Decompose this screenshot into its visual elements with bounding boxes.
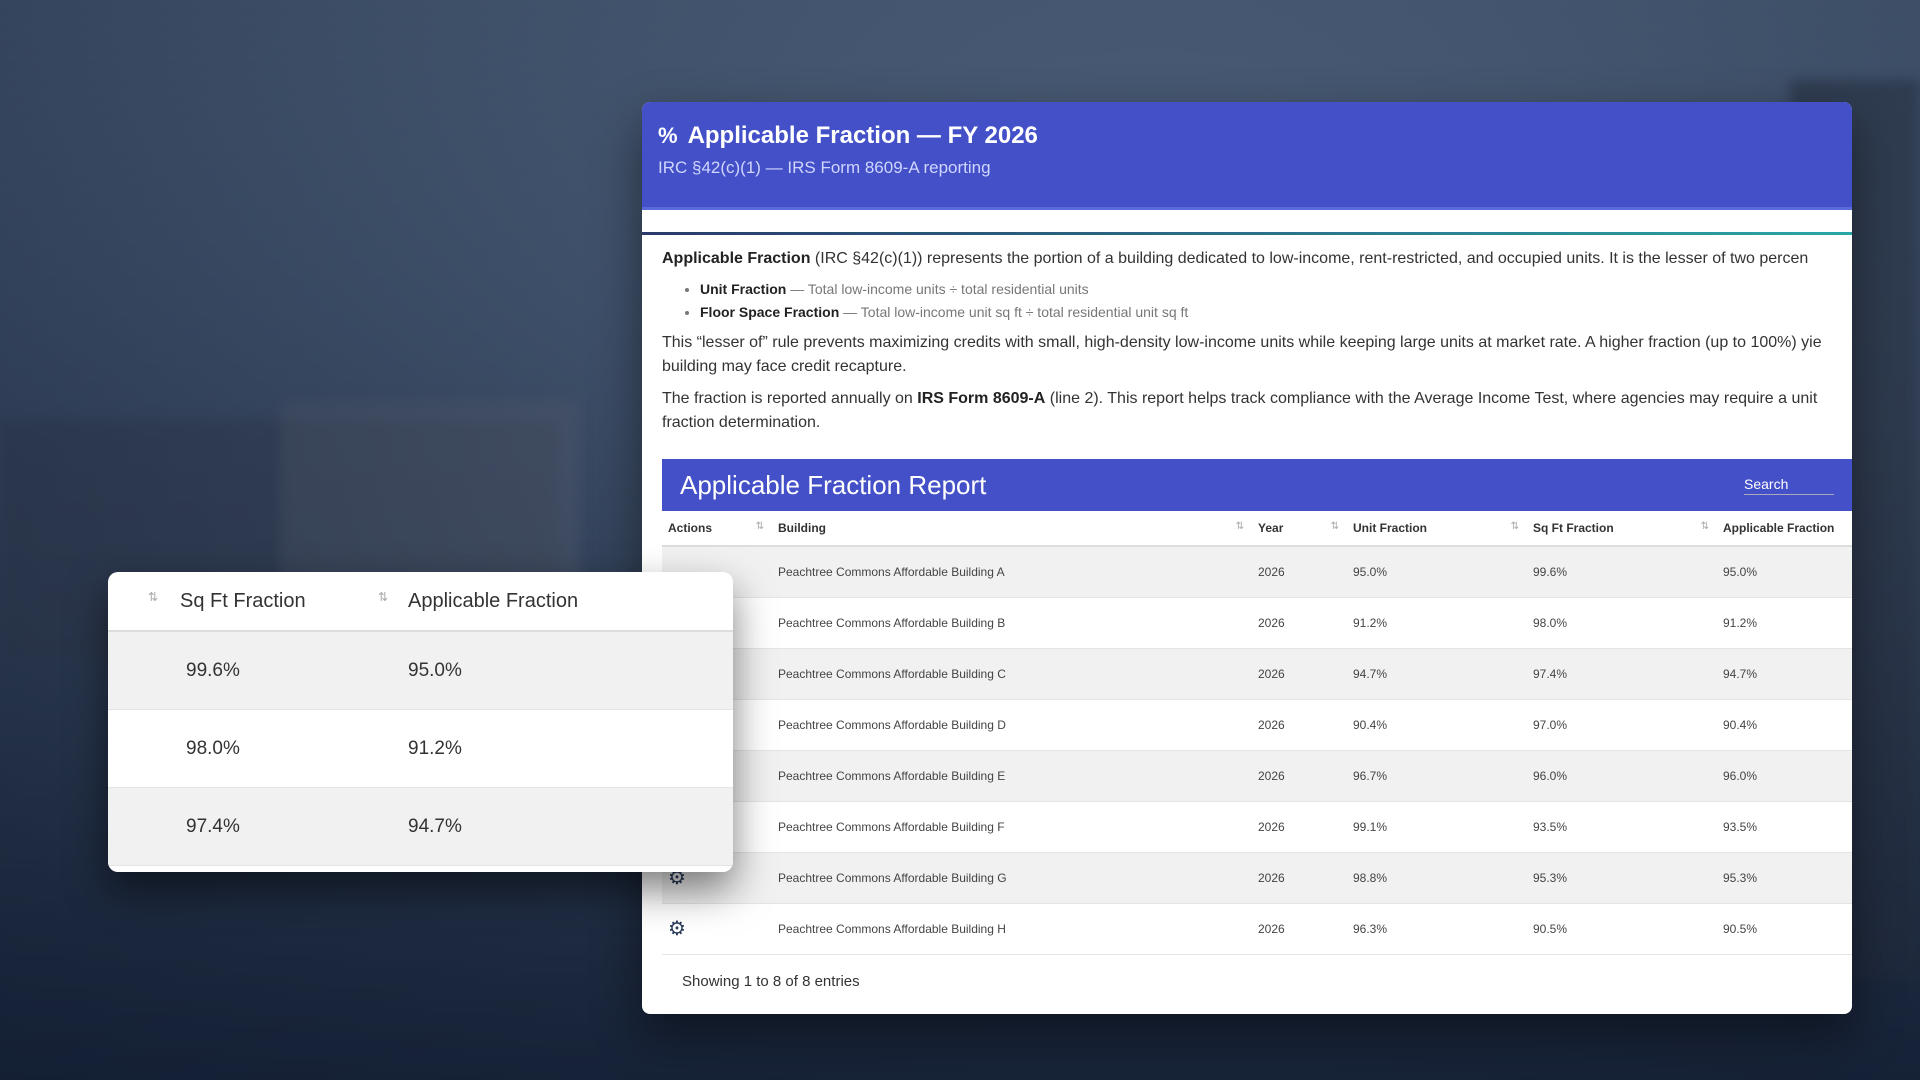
intro-text: (IRC §42(c)(1)) represents the portion o… [810,250,1809,267]
col-applicable-fraction[interactable]: Applicable Fraction [1717,511,1852,547]
unit-fraction-cell: 95.0% [1347,546,1527,598]
zoom-applicable-cell: 91.2% [408,737,462,759]
sort-icon: ⇅ [1330,521,1339,532]
table-row: Peachtree Commons Affordable Building A2… [662,546,1852,598]
gear-icon[interactable]: ⚙ [668,918,686,940]
sort-icon: ⇅ [1235,521,1244,532]
applicable-fraction-cell: 96.0% [1717,750,1852,802]
unit-fraction-cell: 91.2% [1347,597,1527,649]
unit-fraction-cell: 96.3% [1347,903,1527,955]
table-row: Peachtree Commons Affordable Building E2… [662,750,1852,802]
entries-info: Showing 1 to 8 of 8 entries [682,972,860,990]
fraction-table: Actions ⇅ Building ⇅ Year ⇅ Unit Fraction ⇅ … [662,511,1852,955]
year-cell: 2026 [1252,852,1347,904]
sqft-fraction-cell: 98.0% [1527,597,1717,649]
description: Applicable Fraction (IRC §42(c)(1)) repr… [642,235,1852,435]
applicable-fraction-cell: 95.0% [1717,546,1852,598]
form-paragraph: The fraction is reported annually on IRS… [662,390,1818,431]
sqft-fraction-cell: 95.3% [1527,852,1717,904]
intro-bold: Applicable Fraction [662,250,811,267]
sort-icon: ⇅ [378,589,389,604]
row-actions[interactable]: ⚙ [662,903,772,955]
page-subtitle: IRC §42(c)(1) — IRS Form 8609-A reportin… [658,158,991,177]
zoom-applicable-cell: 94.7% [408,815,462,837]
year-cell: 2026 [1252,699,1347,751]
search-input[interactable]: Search [1744,476,1834,495]
table-row: Peachtree Commons Affordable Building D2… [662,699,1852,751]
report-title: Applicable Fraction Report [680,469,987,500]
table-row: Peachtree Commons Affordable Building C2… [662,648,1852,700]
building-cell: Peachtree Commons Affordable Building A [772,546,1252,598]
table-row: ⚙ Peachtree Commons Affordable Building H… [662,903,1852,955]
year-cell: 2026 [1252,546,1347,598]
unit-fraction-cell: 96.7% [1347,750,1527,802]
list-item: Unit Fraction — Total low-income units ÷… [700,279,1832,300]
lesser-of-paragraph: This “lesser of” rule prevents maximizin… [662,334,1822,375]
page-title: Applicable Fraction — FY 2026 [687,122,1038,149]
report-header: Applicable Fraction Report Search [662,459,1852,511]
list-item: Floor Space Fraction — Total low-income … [700,302,1832,323]
year-cell: 2026 [1252,597,1347,649]
unit-fraction-cell: 90.4% [1347,699,1527,751]
unit-fraction-cell: 98.8% [1347,852,1527,904]
zoom-row: 99.6% 95.0% [108,632,733,710]
unit-fraction-cell: 99.1% [1347,801,1527,853]
zoom-row: 98.0% 91.2% [108,710,733,788]
zoom-header: ⇅ Sq Ft Fraction ⇅ Applicable Fraction [108,572,733,632]
year-cell: 2026 [1252,750,1347,802]
unit-fraction-cell: 94.7% [1347,648,1527,700]
building-cell: Peachtree Commons Affordable Building H [772,903,1252,955]
applicable-fraction-cell: 94.7% [1717,648,1852,700]
sqft-fraction-cell: 97.0% [1527,699,1717,751]
zoom-col-applicable[interactable]: ⇅ Applicable Fraction [378,590,728,613]
building-cell: Peachtree Commons Affordable Building D [772,699,1252,751]
applicable-fraction-cell: 93.5% [1717,801,1852,853]
table-row: Peachtree Commons Affordable Building B2… [662,597,1852,649]
sqft-fraction-cell: 99.6% [1527,546,1717,598]
sqft-fraction-cell: 97.4% [1527,648,1717,700]
col-building[interactable]: Building ⇅ [772,511,1252,547]
zoom-sqft-cell: 97.4% [186,815,240,837]
sort-icon: ⇅ [148,589,159,604]
zoom-callout: ⇅ Sq Ft Fraction ⇅ Applicable Fraction 99.… [108,572,733,872]
col-year[interactable]: Year ⇅ [1252,511,1347,547]
zoom-applicable-cell: 95.0% [408,659,462,681]
col-sqft-fraction[interactable]: Sq Ft Fraction ⇅ [1527,511,1717,547]
year-cell: 2026 [1252,903,1347,955]
year-cell: 2026 [1252,648,1347,700]
sqft-fraction-cell: 93.5% [1527,801,1717,853]
sqft-fraction-cell: 90.5% [1527,903,1717,955]
year-cell: 2026 [1252,801,1347,853]
applicable-fraction-cell: 91.2% [1717,597,1852,649]
col-actions[interactable]: Actions ⇅ [662,511,772,547]
table-row: ⚙ Peachtree Commons Affordable Building G… [662,852,1852,904]
zoom-col-sqft[interactable]: ⇅ Sq Ft Fraction [108,590,408,613]
fraction-list: Unit Fraction — Total low-income units ÷… [700,279,1832,323]
building-cell: Peachtree Commons Affordable Building F [772,801,1252,853]
percent-icon: % [658,123,678,148]
zoom-sqft-cell: 99.6% [186,659,240,681]
sort-icon: ⇅ [1510,521,1519,532]
page-header: % Applicable Fraction — FY 2026 IRC §42(… [642,102,1852,210]
applicable-fraction-window: % Applicable Fraction — FY 2026 IRC §42(… [642,102,1852,1014]
applicable-fraction-cell: 90.5% [1717,903,1852,955]
sort-icon: ⇅ [1700,521,1709,532]
sort-icon: ⇅ [755,521,764,532]
table-row: Peachtree Commons Affordable Building F2… [662,801,1852,853]
zoom-row: 97.4% 94.7% [108,788,733,866]
building-cell: Peachtree Commons Affordable Building G [772,852,1252,904]
building-cell: Peachtree Commons Affordable Building C [772,648,1252,700]
applicable-fraction-cell: 90.4% [1717,699,1852,751]
sqft-fraction-cell: 96.0% [1527,750,1717,802]
building-cell: Peachtree Commons Affordable Building B [772,597,1252,649]
zoom-sqft-cell: 98.0% [186,737,240,759]
col-unit-fraction[interactable]: Unit Fraction ⇅ [1347,511,1527,547]
building-cell: Peachtree Commons Affordable Building E [772,750,1252,802]
applicable-fraction-cell: 95.3% [1717,852,1852,904]
